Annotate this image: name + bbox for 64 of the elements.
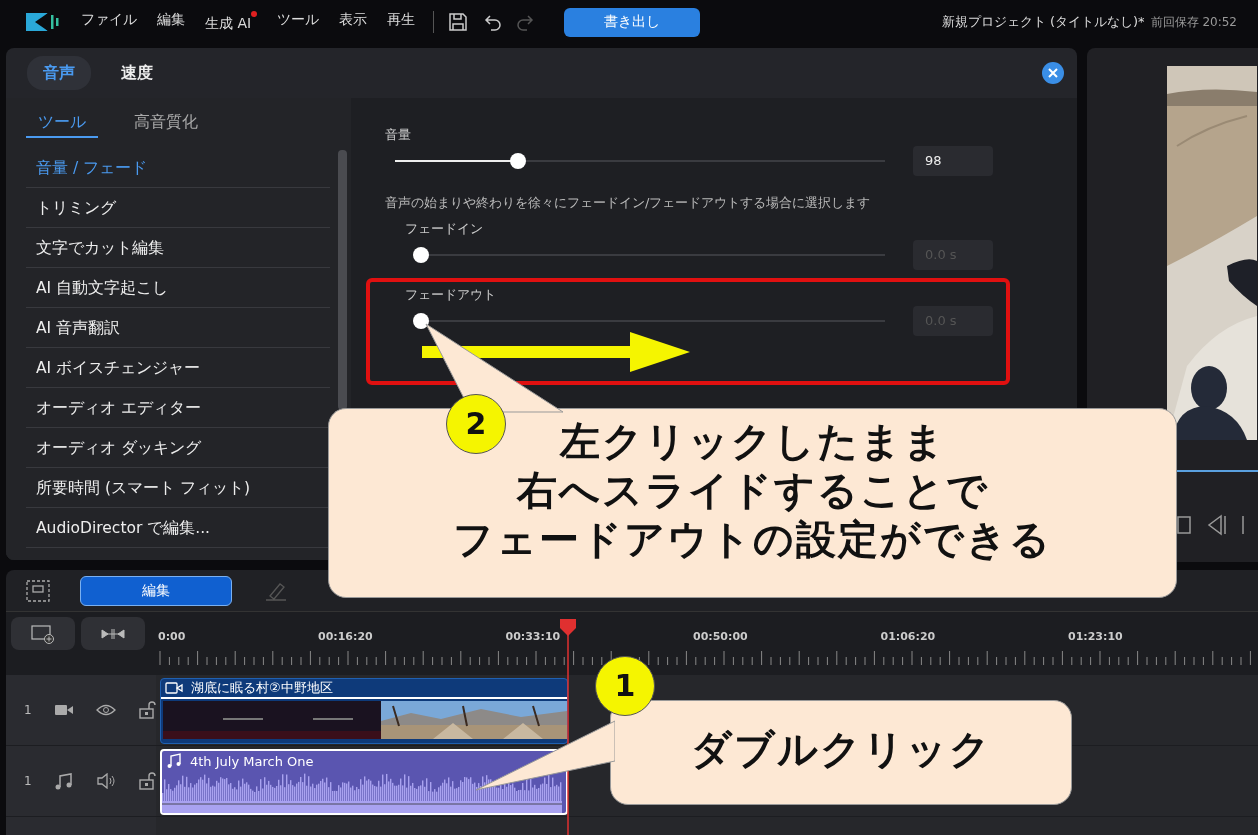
callout-text: ダブルクリック: [690, 725, 992, 774]
tool-list-item[interactable]: AI ボイスチェンジャー: [26, 348, 330, 388]
track-number: 1: [24, 703, 32, 717]
time-label: 00:50:00: [693, 630, 749, 643]
time-label: 00:16:20: [318, 630, 374, 643]
slider-thumb[interactable]: [509, 153, 526, 169]
save-time: 前回保存 20:52: [1150, 14, 1237, 31]
tool-list-item[interactable]: 音量 / フェード: [26, 148, 330, 188]
fit-timeline-button[interactable]: [81, 617, 145, 650]
panel-tab[interactable]: 音声: [27, 56, 91, 90]
clip-title: 4th July March One: [190, 753, 314, 769]
lock-icon[interactable]: [137, 701, 156, 719]
sub-tab[interactable]: 高音質化: [122, 108, 210, 138]
clip-title: 湖底に眠る村②中野地区: [191, 679, 333, 697]
music-note-icon: [166, 753, 182, 769]
fit-icon: [101, 627, 125, 640]
close-icon[interactable]: [1041, 61, 1065, 85]
previous-frame-icon[interactable]: [1205, 514, 1227, 536]
tool-list-item[interactable]: AI 音声翻訳: [26, 308, 330, 348]
lock-icon[interactable]: [137, 772, 156, 790]
track-number: 1: [24, 774, 32, 788]
camera-icon: [165, 681, 183, 695]
value-field[interactable]: 98: [913, 146, 993, 176]
add-track-icon: [31, 623, 55, 644]
export-button[interactable]: 書き出し: [564, 7, 701, 37]
slider-label: フェードイン: [404, 220, 484, 238]
time-label: 01:23:10: [1068, 630, 1124, 643]
logo-icon[interactable]: [25, 11, 61, 33]
menu-item[interactable]: 生成 AI: [205, 11, 258, 33]
tool-list-item[interactable]: 文字でカット編集: [26, 228, 330, 268]
video-clip[interactable]: 湖底に眠る村②中野地区: [160, 678, 568, 744]
undo-icon[interactable]: [482, 12, 503, 32]
callout-text: 左クリックしたまま: [559, 417, 946, 466]
callout-text: 右へスライドすることで: [516, 465, 989, 515]
tool-list-item[interactable]: オーディオ エディター: [26, 388, 330, 428]
save-icon[interactable]: [448, 12, 469, 32]
menu-item[interactable]: 表示: [339, 11, 368, 33]
stop-icon[interactable]: [1177, 515, 1191, 535]
sub-tab[interactable]: ツール: [26, 108, 98, 138]
scrollbar-thumb[interactable]: [338, 150, 347, 410]
storyboard-icon[interactable]: [26, 579, 50, 602]
panel-tab[interactable]: 速度: [105, 56, 169, 90]
music-note-icon: [53, 772, 74, 790]
time-label: 00:33:10: [505, 630, 562, 643]
menu-item[interactable]: 編集: [157, 11, 185, 33]
time-label: 01:06:20: [880, 630, 937, 643]
camera-icon: [53, 703, 74, 717]
tool-list-item[interactable]: トリミング: [26, 188, 330, 228]
menu-item[interactable]: ツール: [277, 11, 320, 33]
time-label: 0:00: [158, 630, 187, 643]
description-text: 音声の始まりや終わりを徐々にフェードイン/フェードアウトする場合に選択します: [385, 194, 872, 212]
project-title: 新規プロジェクト (タイトルなし)*: [941, 13, 1145, 31]
callout-text: フェードアウトの設定ができる: [453, 514, 1052, 564]
add-track-button[interactable]: [11, 617, 75, 650]
speaker-icon[interactable]: [95, 773, 116, 789]
playhead[interactable]: [559, 618, 577, 835]
edit-button[interactable]: 編集: [80, 575, 232, 606]
audio-clip[interactable]: 4th July March One: [160, 749, 568, 815]
slider-label: フェードアウト: [404, 286, 497, 304]
tool-list-item[interactable]: AI 自動文字起こし: [26, 268, 330, 308]
slider-label: 音量: [385, 126, 412, 144]
menu-item[interactable]: ファイル: [81, 11, 137, 33]
menu-item[interactable]: 再生: [387, 11, 416, 33]
eye-icon[interactable]: [95, 703, 116, 717]
